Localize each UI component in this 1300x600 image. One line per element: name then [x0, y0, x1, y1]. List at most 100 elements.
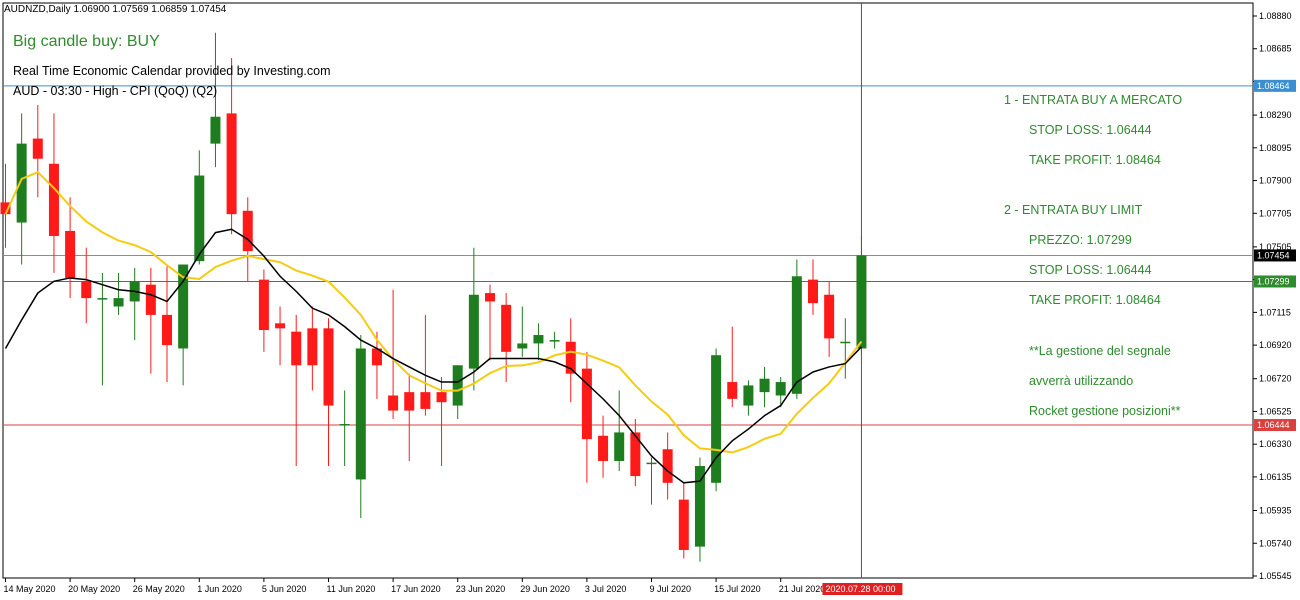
candle-body [81, 281, 92, 299]
entry-price-tag: 1.07299 [1254, 275, 1296, 288]
candle-body [339, 424, 350, 426]
candle [178, 264, 189, 386]
candle [355, 335, 366, 519]
calendar-provider: Real Time Economic Calendar provided by … [13, 64, 331, 78]
y-tick-label: 1.06720 [1259, 374, 1292, 384]
candle [549, 331, 560, 349]
candle [711, 348, 722, 492]
candle [743, 380, 754, 416]
candle [517, 306, 528, 357]
candle [129, 267, 140, 341]
candle [371, 331, 382, 399]
candle-body [16, 143, 27, 223]
candle-body [210, 116, 221, 144]
note-line-2: avverrà utilizzando [1029, 374, 1134, 388]
candle [226, 57, 237, 235]
y-tick-label: 1.08880 [1259, 11, 1292, 21]
candle-body [533, 335, 544, 344]
entry-limit-heading: 2 - ENTRATA BUY LIMIT [1004, 203, 1143, 217]
candle [65, 197, 76, 299]
candle-body [824, 294, 835, 339]
x-tick-label: 15 Jul 2020 [714, 584, 761, 594]
candle [162, 264, 172, 383]
candle-body [468, 294, 479, 369]
candle-body [759, 378, 770, 393]
current_price-price-tag: 1.07454 [1254, 249, 1296, 262]
candle [501, 293, 512, 383]
y-tick-label: 1.06920 [1259, 340, 1292, 350]
candle [291, 314, 302, 467]
candle-body [162, 314, 172, 346]
candle [210, 32, 221, 168]
y-tick-label: 1.05545 [1259, 571, 1292, 581]
price-tag-label: 1.08464 [1257, 81, 1290, 91]
candle-body [598, 435, 609, 461]
y-tick-label: 1.07705 [1259, 208, 1292, 218]
entry-limit-price: PREZZO: 1.07299 [1029, 233, 1132, 247]
candle [565, 318, 576, 403]
candle [339, 390, 350, 467]
candle [16, 113, 27, 265]
candle [97, 272, 108, 386]
candle [759, 366, 770, 408]
candle [840, 318, 851, 379]
ma-slow-line [4, 170, 863, 454]
entry-market-take-profit: TAKE PROFIT: 1.08464 [1029, 153, 1161, 167]
candle [808, 259, 818, 315]
x-tick-label: 14 May 2020 [4, 584, 56, 594]
candle-body [291, 331, 302, 366]
candle-body [791, 276, 802, 394]
y-tick-label: 1.05935 [1259, 506, 1292, 516]
candle-body [65, 230, 76, 278]
candle [307, 306, 318, 391]
candle-body [275, 323, 286, 329]
candle-body [808, 279, 818, 304]
candle [258, 269, 269, 352]
y-tick-label: 1.05740 [1259, 538, 1292, 548]
calendar-event: AUD - 03:30 - High - CPI (QoQ) (Q2) [13, 84, 218, 98]
candle-body [97, 298, 108, 300]
candle-body [614, 432, 625, 461]
candle [678, 482, 689, 559]
candle-body [307, 328, 318, 366]
candle-body [501, 304, 512, 352]
candle-body [420, 392, 431, 409]
entry-market-heading: 1 - ENTRATA BUY A MERCATO [1004, 93, 1183, 107]
candle [824, 281, 835, 357]
entry-limit-stop-loss: STOP LOSS: 1.06444 [1029, 263, 1152, 277]
price-tag-label: 1.07454 [1257, 250, 1290, 260]
candle-body [436, 392, 447, 403]
y-tick-label: 1.08685 [1259, 44, 1292, 54]
candle [775, 377, 786, 408]
candle [32, 104, 43, 198]
candle [323, 318, 334, 467]
candle [856, 235, 867, 356]
candle [614, 390, 625, 472]
candle [145, 267, 156, 374]
candle-body [646, 462, 657, 465]
y-tick-label: 1.07900 [1259, 176, 1292, 186]
candle-body [581, 368, 592, 440]
candle-body [32, 138, 43, 159]
candle [420, 314, 431, 416]
price-tag-label: 1.07299 [1257, 276, 1290, 286]
y-tick-label: 1.06525 [1259, 406, 1292, 416]
price-tag-label: 1.06444 [1257, 420, 1290, 430]
signal-label: Big candle buy: BUY [13, 33, 160, 50]
candle-body [113, 298, 124, 307]
candle [630, 418, 641, 487]
candle-body [549, 340, 560, 342]
symbol-info: AUDNZD,Daily 1.06900 1.07569 1.06859 1.0… [4, 4, 227, 15]
candle [727, 326, 738, 408]
candle-body [226, 113, 237, 215]
candle [194, 150, 205, 265]
stop_loss-price-tag: 1.06444 [1254, 419, 1296, 432]
candle-body [775, 382, 786, 396]
entry-market-stop-loss: STOP LOSS: 1.06444 [1029, 123, 1152, 137]
entry-limit-take-profit: TAKE PROFIT: 1.08464 [1029, 293, 1161, 307]
x-tick-label: 29 Jun 2020 [520, 584, 570, 594]
candle-body [194, 175, 205, 262]
take_profit-price-tag: 1.08464 [1254, 79, 1296, 92]
candle [581, 351, 592, 483]
cursor-date-label: 2020.07.28 00:00 [825, 584, 895, 594]
